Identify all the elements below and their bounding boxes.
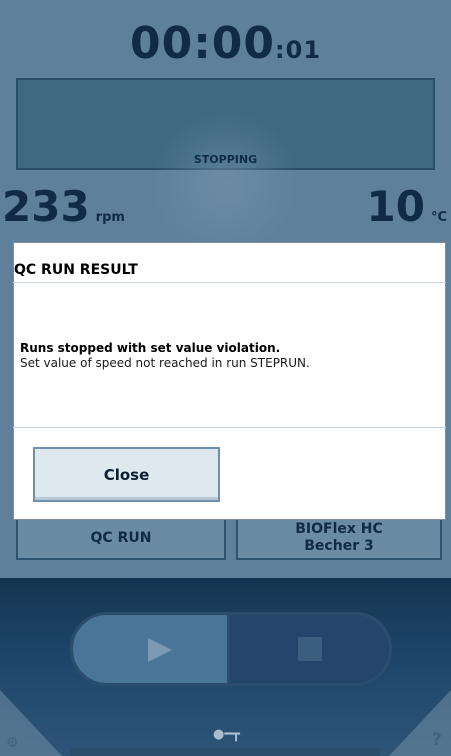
close-button-label: Close <box>103 465 150 484</box>
temperature-unit: °C <box>430 210 447 225</box>
dialog-title: QC RUN RESULT <box>14 262 138 278</box>
key-icon[interactable]: ●━┳ <box>213 727 240 742</box>
display-glow <box>150 110 300 260</box>
dialog-message: Set value of speed not reached in run ST… <box>20 356 310 370</box>
timer-seconds: :01 <box>275 36 322 64</box>
play-icon <box>148 638 172 662</box>
bottom-bar <box>70 748 380 756</box>
run-status: STOPPING <box>193 153 258 166</box>
dialog-divider <box>13 282 446 283</box>
dialog-divider <box>13 427 446 428</box>
speed-readout: 233 rpm <box>2 182 125 231</box>
close-button[interactable]: Close <box>33 447 220 502</box>
speed-value: 233 <box>2 182 90 231</box>
speed-unit: rpm <box>95 210 125 225</box>
stop-icon <box>298 637 322 661</box>
gear-icon[interactable]: ⚙ <box>6 735 19 751</box>
help-icon[interactable]: ? <box>432 730 442 750</box>
program-label: BIOFlex HC Becher 3 <box>295 521 383 554</box>
program-button-rotor[interactable]: BIOFlex HC Becher 3 <box>236 516 442 560</box>
program-label: QC RUN <box>90 529 152 546</box>
dialog-message-heading: Runs stopped with set value violation. <box>20 341 281 355</box>
temperature-value: 10 <box>366 182 425 231</box>
program-button-qc-run[interactable]: QC RUN <box>16 516 226 560</box>
timer-main: 00:00 <box>129 18 276 69</box>
temperature-readout: 10 °C <box>367 182 448 231</box>
run-timer: 00:00:01 <box>0 18 451 69</box>
